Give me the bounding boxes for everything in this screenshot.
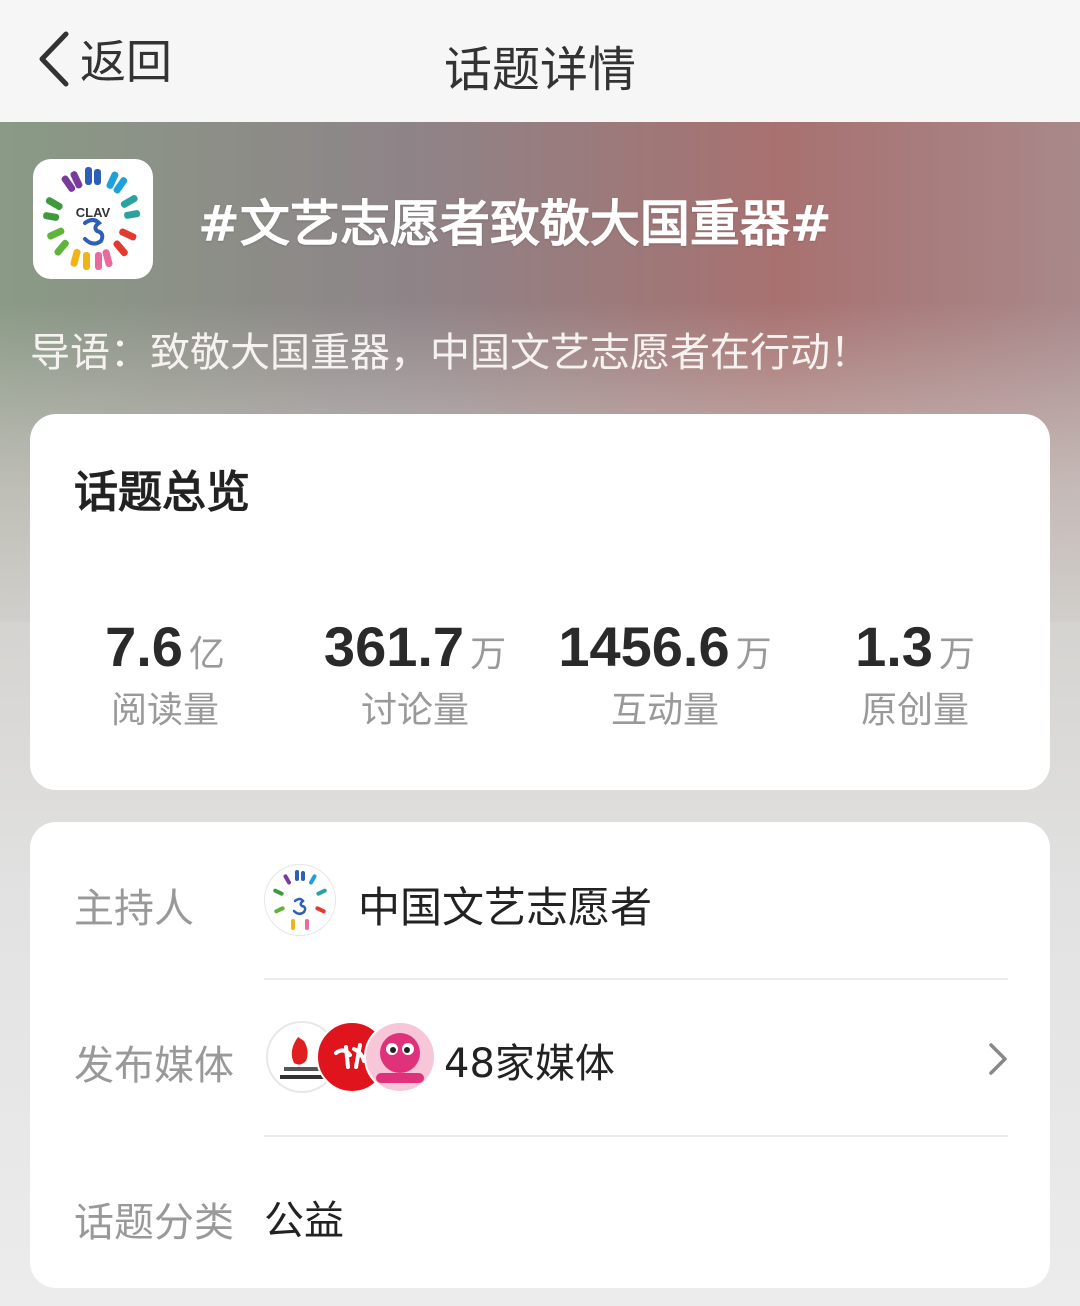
clav-logo-icon xyxy=(273,870,327,930)
media-label: 发布媒体 xyxy=(74,1043,234,1089)
nav-bar: 返回 话题详情 xyxy=(0,0,1080,123)
category-value: 公益 xyxy=(264,1198,344,1244)
overview-card: 话题总览 7.6 亿 阅读量 361.7 万 讨论量 1456.6 万 互动量 1.3… xyxy=(30,414,1050,790)
topic-info-card: 主持人 中国文艺志愿者 发布媒体 48家媒体 话题分类 公益 xyxy=(30,822,1050,1288)
host-row[interactable]: 主持人 中国文艺志愿者 xyxy=(30,822,1050,980)
stat-originals: 1.3 万 原创量 xyxy=(785,614,1045,733)
stat-unit: 万 xyxy=(735,634,772,675)
category-label: 话题分类 xyxy=(74,1200,234,1246)
stat-value: 361.7 xyxy=(323,615,465,678)
chevron-right-icon[interactable] xyxy=(986,1039,1010,1079)
stat-value: 1456.6 xyxy=(558,615,730,678)
page-title: 话题详情 xyxy=(443,42,636,98)
stat-label: 互动量 xyxy=(610,690,719,731)
logo-text: CLAV xyxy=(76,205,111,220)
overview-title: 话题总览 xyxy=(74,467,250,518)
stat-label: 阅读量 xyxy=(110,690,219,731)
stat-unit: 万 xyxy=(470,634,507,675)
stat-unit: 万 xyxy=(938,634,975,675)
pink-logo-icon xyxy=(376,1033,424,1083)
host-avatar[interactable] xyxy=(264,864,336,936)
stat-value: 7.6 xyxy=(105,615,183,678)
media-count[interactable]: 48家媒体 xyxy=(444,1031,615,1089)
topic-logo: CLAV xyxy=(33,159,153,279)
topic-intro: 导语：致敬大国重器，中国文艺志愿者在行动！ xyxy=(30,330,870,376)
stat-interactions: 1456.6 万 互动量 xyxy=(535,614,795,733)
host-label: 主持人 xyxy=(74,886,194,932)
stat-label: 原创量 xyxy=(860,690,969,731)
stats-row: 7.6 亿 阅读量 361.7 万 讨论量 1456.6 万 互动量 1.3 万 原创量 xyxy=(30,614,1050,744)
media-avatar-stack xyxy=(266,1021,436,1093)
stat-value: 1.3 xyxy=(855,615,933,678)
topic-title: #文艺志愿者致敬大国重器# xyxy=(198,195,832,253)
media-avatar-pink xyxy=(364,1021,436,1093)
stat-discussions: 361.7 万 讨论量 xyxy=(285,614,545,733)
media-row[interactable]: 发布媒体 48家媒体 xyxy=(30,979,1050,1137)
stat-reads: 7.6 亿 阅读量 xyxy=(35,614,295,733)
stat-unit: 亿 xyxy=(188,634,225,675)
stat-label: 讨论量 xyxy=(360,690,469,731)
category-row: 话题分类 公益 xyxy=(30,1136,1050,1290)
host-name[interactable]: 中国文艺志愿者 xyxy=(358,874,652,935)
